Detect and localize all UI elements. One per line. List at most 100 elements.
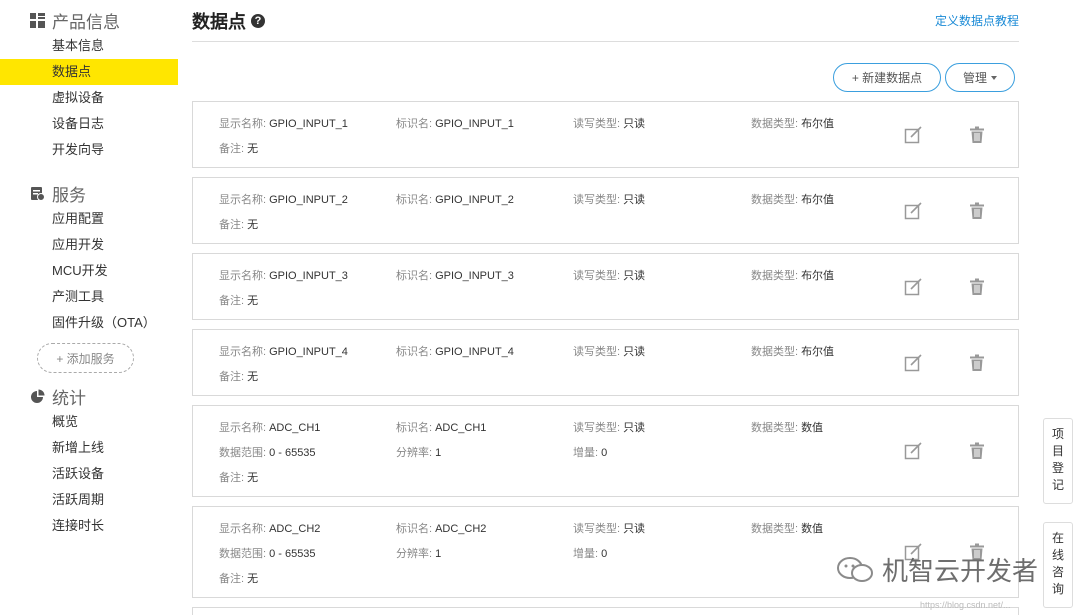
field-value: GPIO_INPUT_4 <box>269 346 348 358</box>
group-title: 产品信息 <box>52 12 120 32</box>
field-value: 无 <box>247 472 259 484</box>
field-label: 标识名: <box>396 346 433 358</box>
online-consult-label: 在线咨询 <box>1051 531 1064 596</box>
field-label: 备注: <box>219 143 245 155</box>
sidebar-item-test-tool[interactable]: 产测工具 <box>0 284 178 310</box>
range-field: 数据范围: 0 - 65535 <box>219 444 316 460</box>
field-value: ADC_CH1 <box>269 422 321 434</box>
sidebar-item-connection-time[interactable]: 连接时长 <box>0 513 178 539</box>
identifier-field: 标识名: ADC_CH1 <box>396 419 486 435</box>
group-title: 统计 <box>52 388 86 408</box>
field-value: GPIO_INPUT_4 <box>435 346 514 358</box>
sidebar-group-stats: 统计 <box>0 383 178 409</box>
field-value: 数值 <box>801 422 824 434</box>
edit-icon[interactable] <box>904 202 922 220</box>
field-value: 只读 <box>623 422 646 434</box>
field-label: 备注: <box>219 573 245 585</box>
data-type-field: 数据类型: 布尔值 <box>751 191 834 207</box>
remark-field: 备注: 无 <box>219 570 258 586</box>
field-label: 增量: <box>573 548 599 560</box>
display-name-field: 显示名称: ADC_CH2 <box>219 520 320 536</box>
watermark-url: https://blog.csdn.net/... <box>920 600 1011 610</box>
edit-icon[interactable] <box>904 442 922 460</box>
field-label: 备注: <box>219 219 245 231</box>
display-name-field: 显示名称: GPIO_INPUT_2 <box>219 191 348 207</box>
field-label: 备注: <box>219 371 245 383</box>
sidebar-item-datapoints[interactable]: 数据点 <box>0 59 178 85</box>
field-label: 数据范围: <box>219 548 267 560</box>
field-value: GPIO_INPUT_3 <box>269 270 348 282</box>
wechat-icon <box>837 556 873 582</box>
field-value: 0 - 65535 <box>269 548 316 560</box>
remark-field: 备注: 无 <box>219 469 258 485</box>
field-label: 增量: <box>573 447 599 459</box>
tutorial-link[interactable]: 定义数据点教程 <box>935 12 1019 29</box>
field-value: 无 <box>247 143 259 155</box>
field-label: 显示名称: <box>219 422 267 434</box>
sidebar-item-dev-guide[interactable]: 开发向导 <box>0 137 178 163</box>
field-value: ADC_CH1 <box>435 422 487 434</box>
resolution-field: 分辨率: 1 <box>396 444 441 460</box>
field-value: 布尔值 <box>801 194 835 206</box>
field-value: 1 <box>435 548 442 560</box>
field-value: GPIO_INPUT_2 <box>269 194 348 206</box>
project-register-tab[interactable]: 项目登记 <box>1043 418 1073 504</box>
field-label: 标识名: <box>396 422 433 434</box>
field-value: 无 <box>247 371 259 383</box>
edit-icon[interactable] <box>904 354 922 372</box>
sidebar-item-active-devices[interactable]: 活跃设备 <box>0 461 178 487</box>
field-label: 标识名: <box>396 270 433 282</box>
sidebar-item-active-period[interactable]: 活跃周期 <box>0 487 178 513</box>
online-consult-tab[interactable]: 在线咨询 <box>1043 522 1073 608</box>
sidebar-item-ota[interactable]: 固件升级（OTA） <box>0 310 178 336</box>
field-value: GPIO_INPUT_1 <box>435 118 514 130</box>
field-value: 0 <box>601 447 608 459</box>
identifier-field: 标识名: GPIO_INPUT_3 <box>396 267 514 283</box>
sidebar-group-product-info: 产品信息 <box>0 7 178 33</box>
sidebar-item-app-config[interactable]: 应用配置 <box>0 206 178 232</box>
trash-icon[interactable] <box>968 354 986 372</box>
sidebar-item-device-log[interactable]: 设备日志 <box>0 111 178 137</box>
watermark-text: 机智云开发者 <box>882 556 1039 586</box>
field-label: 显示名称: <box>219 523 267 535</box>
field-value: 只读 <box>623 118 646 130</box>
identifier-field: 标识名: GPIO_INPUT_1 <box>396 115 514 131</box>
field-value: 0 - 65535 <box>269 447 316 459</box>
field-label: 数据范围: <box>219 447 267 459</box>
sidebar-item-new-online[interactable]: 新增上线 <box>0 435 178 461</box>
sidebar-item-overview[interactable]: 概览 <box>0 409 178 435</box>
sidebar-item-mcu-dev[interactable]: MCU开发 <box>0 258 178 284</box>
edit-icon[interactable] <box>904 278 922 296</box>
trash-icon[interactable] <box>968 202 986 220</box>
trash-icon[interactable] <box>968 126 986 144</box>
field-label: 标识名: <box>396 118 433 130</box>
increment-field: 增量: 0 <box>573 545 607 561</box>
manage-label: 管理 <box>962 71 987 85</box>
trash-icon[interactable] <box>968 442 986 460</box>
field-label: 数据类型: <box>751 118 799 130</box>
sidebar-item-basic-info[interactable]: 基本信息 <box>0 33 178 59</box>
add-service-button[interactable]: + 添加服务 <box>37 343 134 373</box>
edit-icon[interactable] <box>904 126 922 144</box>
field-label: 备注: <box>219 295 245 307</box>
data-type-field: 数据类型: 数值 <box>751 419 823 435</box>
help-icon[interactable]: ? <box>251 13 265 28</box>
field-label: 显示名称: <box>219 270 267 282</box>
increment-field: 增量: 0 <box>573 444 607 460</box>
identifier-field: 标识名: GPIO_INPUT_4 <box>396 343 514 359</box>
field-label: 读写类型: <box>573 422 621 434</box>
field-label: 显示名称: <box>219 118 267 130</box>
field-value: 只读 <box>623 194 646 206</box>
toolbar: + 新建数据点 管理 <box>833 63 1015 92</box>
main-content: 数据点 ? 定义数据点教程 + 新建数据点 管理 显示名称: GPIO_INPUT… <box>192 0 1019 615</box>
field-label: 读写类型: <box>573 523 621 535</box>
trash-icon[interactable] <box>968 278 986 296</box>
sidebar-item-app-dev[interactable]: 应用开发 <box>0 232 178 258</box>
field-label: 数据类型: <box>751 523 799 535</box>
sidebar-item-virtual-device[interactable]: 虚拟设备 <box>0 85 178 111</box>
sidebar: 产品信息 基本信息 数据点 虚拟设备 设备日志 开发向导 服务 应用配置 应用开… <box>0 0 178 615</box>
field-label: 读写类型: <box>573 346 621 358</box>
manage-dropdown-button[interactable]: 管理 <box>945 63 1015 92</box>
new-datapoint-button[interactable]: + 新建数据点 <box>833 63 941 92</box>
remark-field: 备注: 无 <box>219 368 258 384</box>
